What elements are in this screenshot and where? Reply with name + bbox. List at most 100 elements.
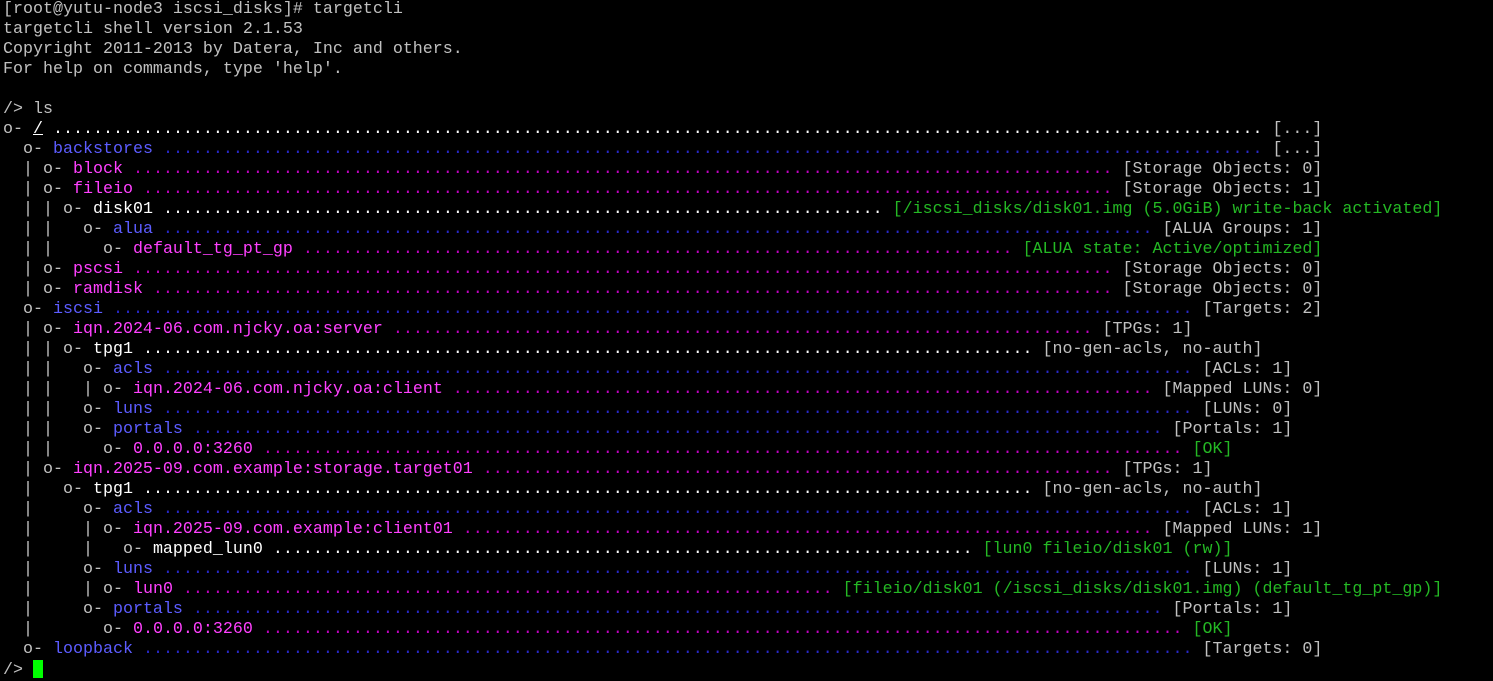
terminal-text-segment: | | o- [3, 540, 153, 559]
terminal-text-segment: [Storage Objects: 0] [1122, 280, 1323, 299]
terminal-line: | | o- alua ............................… [3, 220, 1493, 240]
terminal-text-segment: 0.0.0.0:3260 [132, 440, 253, 459]
terminal-text-segment: iscsi [52, 300, 103, 319]
terminal-text-segment: | | o- [3, 580, 133, 599]
terminal-text-segment: o- [3, 120, 33, 139]
terminal-text-segment: ........................................… [122, 160, 1123, 179]
terminal-text-segment: default_tg_pt_gp [132, 240, 293, 259]
terminal-line: | | o- portals .........................… [3, 420, 1493, 440]
terminal-text-segment: | o- [3, 180, 73, 199]
terminal-text-segment: ........................................… [132, 180, 1123, 199]
terminal-text-segment: | o- [3, 560, 113, 579]
terminal-text-segment: ........................................… [182, 420, 1173, 439]
terminal-line: o- iscsi ...............................… [3, 300, 1493, 320]
terminal-text-segment: [Targets: 0] [1202, 640, 1323, 659]
terminal-text-segment: [ACLs: 1] [1202, 360, 1293, 379]
text-cursor [33, 660, 43, 678]
terminal-text-segment: o- [3, 140, 53, 159]
terminal-text-segment: o- [3, 640, 53, 659]
terminal-text-segment: | | o- [3, 360, 113, 379]
terminal-text-segment: portals [112, 600, 183, 619]
terminal-text-segment: ........................................… [252, 440, 1193, 459]
terminal-text-segment: | o- [3, 260, 73, 279]
terminal-line: For help on commands, type 'help'. [3, 60, 1493, 80]
terminal-text-segment: For help on commands, type 'help'. [3, 60, 343, 79]
terminal-line: | o- portals ...........................… [3, 600, 1493, 620]
terminal-line: | | o- 0.0.0.0:3260 ....................… [3, 440, 1493, 460]
terminal-line: | | o- luns ............................… [3, 400, 1493, 420]
terminal-text-segment: | | | o- [3, 380, 133, 399]
terminal-text-segment: [LUNs: 0] [1202, 400, 1293, 419]
prompt-text: /> [3, 661, 33, 680]
terminal-text-segment: [Storage Objects: 1] [1122, 180, 1323, 199]
terminal-text-segment: ........................................… [152, 220, 1163, 239]
terminal-text-segment: ........................................… [152, 360, 1203, 379]
terminal-line: | o- acls ..............................… [3, 500, 1493, 520]
terminal-line: | o- luns ..............................… [3, 560, 1493, 580]
terminal-line: Copyright 2011-2013 by Datera, Inc and o… [3, 40, 1493, 60]
terminal-window[interactable]: [root@yutu-node3 iscsi_disks]# targetcli… [0, 0, 1493, 680]
terminal-text-segment: [Storage Objects: 0] [1122, 160, 1323, 179]
terminal-text-segment: luns [112, 560, 153, 579]
terminal-line: | | o- disk01 ..........................… [3, 200, 1493, 220]
terminal-text-segment: | o- [3, 320, 73, 339]
terminal-text-segment: ........................................… [172, 580, 843, 599]
terminal-text-segment: [ACLs: 1] [1202, 500, 1293, 519]
terminal-text-segment: [/iscsi_disks/disk01.img (5.0GiB) write-… [892, 200, 1443, 219]
terminal-text-segment: | o- [3, 280, 73, 299]
terminal-text-segment: ........................................… [132, 340, 1043, 359]
terminal-line: | o- pscsi .............................… [3, 260, 1493, 280]
terminal-text-segment: [TPGs: 1] [1122, 460, 1213, 479]
terminal-text-segment: [fileio/disk01 (/iscsi_disks/disk01.img)… [842, 580, 1443, 599]
terminal-line: | o- block .............................… [3, 160, 1493, 180]
terminal-text-segment: ........................................… [122, 260, 1123, 279]
terminal-text-segment: [Mapped LUNs: 1] [1162, 520, 1323, 539]
terminal-text-segment: targetcli shell version 2.1.53 [3, 20, 303, 39]
terminal-text-segment: tpg1 [92, 340, 133, 359]
terminal-line: targetcli shell version 2.1.53 [3, 20, 1493, 40]
terminal-line: | | | o- iqn.2024-06.com.njcky.oa:client… [3, 380, 1493, 400]
terminal-text-segment: | o- [3, 620, 133, 639]
terminal-text-segment: [...] [1272, 120, 1323, 139]
terminal-text-segment: [Portals: 1] [1172, 420, 1293, 439]
terminal-text-segment: | | o- [3, 420, 113, 439]
terminal-line: | | o- default_tg_pt_gp ................… [3, 240, 1493, 260]
terminal-text-segment: ........................................… [132, 640, 1203, 659]
terminal-text-segment: luns [112, 400, 153, 419]
terminal-text-segment: /> ls [3, 100, 53, 119]
terminal-line: | | o- mapped_lun0 .....................… [3, 540, 1493, 560]
terminal-text-segment: [...] [1272, 140, 1323, 159]
terminal-text-segment: ........................................… [102, 300, 1203, 319]
terminal-text-segment: | o- [3, 500, 113, 519]
terminal-text-segment: | | o- [3, 520, 133, 539]
terminal-text-segment: ........................................… [442, 380, 1163, 399]
terminal-text-segment: | | o- [3, 240, 133, 259]
terminal-text-segment: ........................................… [182, 600, 1173, 619]
terminal-text-segment: acls [112, 500, 153, 519]
terminal-line: | o- tpg1 ..............................… [3, 480, 1493, 500]
terminal-text-segment: mapped_lun0 [152, 540, 263, 559]
terminal-text-segment: backstores [52, 140, 153, 159]
terminal-line: o- loopback ............................… [3, 640, 1493, 660]
terminal-line: | | o- lun0 ............................… [3, 580, 1493, 600]
terminal-text-segment: | o- [3, 460, 73, 479]
terminal-text-segment: | o- [3, 480, 93, 499]
terminal-text-segment: [Targets: 2] [1202, 300, 1323, 319]
terminal-text-segment: ........................................… [43, 120, 1273, 139]
terminal-text-segment: 0.0.0.0:3260 [132, 620, 253, 639]
terminal-line: o- / ...................................… [3, 120, 1493, 140]
terminal-line: | | o- tpg1 ............................… [3, 340, 1493, 360]
terminal-line: | o- 0.0.0.0:3260 ......................… [3, 620, 1493, 640]
terminal-text-segment: ........................................… [152, 400, 1203, 419]
command-prompt-line[interactable]: /> [3, 660, 1493, 680]
terminal-text-segment: [ALUA Groups: 1] [1162, 220, 1323, 239]
terminal-text-segment: ........................................… [152, 500, 1203, 519]
terminal-text-segment: lun0 [132, 580, 173, 599]
terminal-text-segment: ........................................… [292, 240, 1023, 259]
terminal-text-segment: portals [112, 420, 183, 439]
terminal-line: | o- iqn.2024-06.com.njcky.oa:server ...… [3, 320, 1493, 340]
terminal-text-segment: tpg1 [92, 480, 133, 499]
terminal-text-segment: alua [112, 220, 153, 239]
terminal-line: /> ls [3, 100, 1493, 120]
terminal-text-segment: ........................................… [262, 540, 983, 559]
